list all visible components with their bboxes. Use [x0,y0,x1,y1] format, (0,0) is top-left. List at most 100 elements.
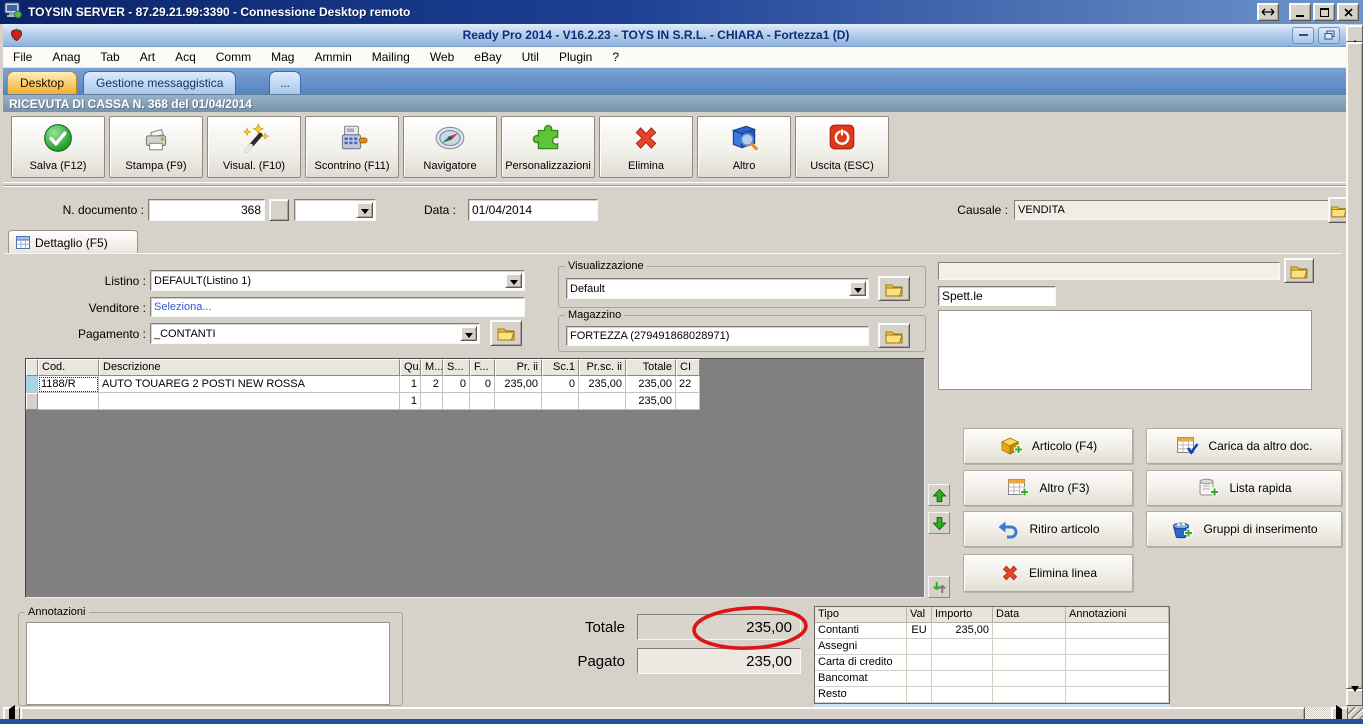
visualizzazione-combobox[interactable]: Default [566,278,869,299]
cell-sc1[interactable]: 0 [542,376,579,393]
elimina-button[interactable]: Elimina [599,116,693,178]
cliente-folder-button[interactable] [1284,258,1314,283]
magazzino-folder-button[interactable] [878,323,910,348]
carica-da-altro-doc-button[interactable]: Carica da altro doc. [1146,428,1342,464]
col-cod[interactable]: Cod. [38,359,99,376]
menu-item-file[interactable]: File [3,47,42,68]
destinatario-input[interactable]: Spett.le [938,286,1056,306]
col-ci[interactable]: CI [676,359,700,376]
vscroll-up-button[interactable] [1346,25,1363,42]
gruppi-di-inserimento-button[interactable]: Gruppi di inserimento [1146,511,1342,547]
cell-ci[interactable]: 22 [676,376,700,393]
menu-item-web[interactable]: Web [420,47,464,68]
pagato-label: Pagato [577,653,625,670]
chevron-down-icon[interactable] [460,326,477,341]
tab-more[interactable]: ... [269,71,302,94]
pagamento-combobox[interactable]: _CONTANTI [150,323,480,344]
col-pr-sc-ii[interactable]: Pr.sc. ii [579,359,626,376]
navigatore-button[interactable]: Navigatore [403,116,497,178]
n-documento-input[interactable]: 368 [148,199,265,221]
menu-item-help[interactable]: ? [602,47,629,68]
items-grid[interactable]: Cod. Descrizione Qu. M... S... F... Pr. … [25,358,925,598]
cell-qu[interactable]: 1 [400,376,421,393]
insert-group-basket-icon [1173,522,1194,539]
table-row[interactable]: 1188/R AUTO TOUAREG 2 POSTI NEW ROSSA 1 … [26,376,924,393]
listino-combobox[interactable]: DEFAULT(Listino 1) [150,270,525,291]
cell-totale[interactable]: 235,00 [626,376,676,393]
cell-s[interactable]: 0 [443,376,470,393]
rdp-maximize-button[interactable] [1313,3,1335,21]
altro-f3-button[interactable]: Altro (F3) [963,470,1133,506]
payments-table[interactable]: Tipo Val Importo Data Annotazioni Contan… [814,606,1170,704]
menu-item-comm[interactable]: Comm [206,47,261,68]
payment-row-resto[interactable]: Resto [815,687,1169,703]
stampa-button[interactable]: Stampa (F9) [109,116,203,178]
visualizzazione-folder-button[interactable] [878,276,910,301]
chevron-down-icon[interactable] [849,281,866,296]
col-f[interactable]: F... [470,359,495,376]
menu-item-mag[interactable]: Mag [261,47,304,68]
app-restore-button[interactable] [1318,26,1340,44]
col-sc1[interactable]: Sc.1 [542,359,579,376]
chevron-down-icon[interactable] [356,202,373,218]
ritiro-articolo-button[interactable]: Ritiro articolo [963,511,1133,547]
cell-f[interactable]: 0 [470,376,495,393]
menu-item-tab[interactable]: Tab [90,47,129,68]
tab-dettaglio[interactable]: Dettaglio (F5) [8,230,138,254]
menu-item-anag[interactable]: Anag [42,47,90,68]
menu-item-ammin[interactable]: Ammin [304,47,361,68]
magazzino-input[interactable]: FORTEZZA (279491868028971) [566,326,869,346]
menu-item-art[interactable]: Art [130,47,165,68]
personalizzazioni-button[interactable]: Personalizzazioni [501,116,595,178]
uscita-button[interactable]: Uscita (ESC) [795,116,889,178]
col-m[interactable]: M... [421,359,443,376]
col-descrizione[interactable]: Descrizione [99,359,400,376]
cell-cod[interactable]: 1188/R [38,376,99,393]
cell-descrizione[interactable]: AUTO TOUAREG 2 POSTI NEW ROSSA [99,376,400,393]
payment-row-contanti[interactable]: Contanti EU 235,00 [815,623,1169,639]
menu-item-mailing[interactable]: Mailing [362,47,420,68]
visual-button[interactable]: Visual. (F10) [207,116,301,178]
tab-gestione-messaggistica[interactable]: Gestione messaggistica [83,71,237,94]
col-s[interactable]: S... [443,359,470,376]
payment-row-assegni[interactable]: Assegni [815,639,1169,655]
rdp-pin-icon[interactable] [1257,3,1279,21]
move-row-down-button[interactable] [928,512,950,534]
payment-row-bancomat[interactable]: Bancomat [815,671,1169,687]
cell-m[interactable]: 2 [421,376,443,393]
salva-button[interactable]: Salva (F12) [11,116,105,178]
rdp-close-button[interactable] [1337,3,1359,21]
vscroll-down-button[interactable] [1346,689,1363,706]
app-minimize-button[interactable] [1292,26,1314,44]
cell-pr-sc-ii[interactable]: 235,00 [579,376,626,393]
menu-item-util[interactable]: Util [512,47,549,68]
row-selector[interactable] [26,376,38,393]
rdp-minimize-button[interactable] [1289,3,1311,21]
scontrino-button[interactable]: Scontrino (F11) [305,116,399,178]
payment-row-carta-di-credito[interactable]: Carta di credito [815,655,1169,671]
altro-button[interactable]: Altro [697,116,791,178]
col-qu[interactable]: Qu. [400,359,421,376]
data-input[interactable]: 01/04/2014 [468,199,598,221]
cliente-ref-field[interactable] [938,262,1280,280]
menu-item-acq[interactable]: Acq [165,47,206,68]
move-row-up-button[interactable] [928,484,950,506]
articolo-button[interactable]: Articolo (F4) [963,428,1133,464]
pagamento-folder-button[interactable] [490,320,522,346]
vscroll-thumb[interactable] [1346,42,1363,689]
lista-rapida-button[interactable]: Lista rapida [1146,470,1342,506]
serie-combobox[interactable] [294,199,376,221]
cell-pr-ii[interactable]: 235,00 [495,376,542,393]
n-documento-aux-button[interactable] [269,199,289,221]
col-pr-ii[interactable]: Pr. ii [495,359,542,376]
indirizzo-textarea[interactable] [938,310,1312,390]
col-totale[interactable]: Totale [626,359,676,376]
tab-desktop[interactable]: Desktop [7,71,78,94]
refresh-rows-button[interactable] [928,576,950,598]
menu-item-plugin[interactable]: Plugin [549,47,602,68]
venditore-input[interactable]: Seleziona... [150,297,525,317]
elimina-linea-button[interactable]: Elimina linea [963,554,1133,592]
annotazioni-textarea[interactable] [26,622,390,705]
menu-item-ebay[interactable]: eBay [464,47,511,68]
chevron-down-icon[interactable] [505,273,522,288]
